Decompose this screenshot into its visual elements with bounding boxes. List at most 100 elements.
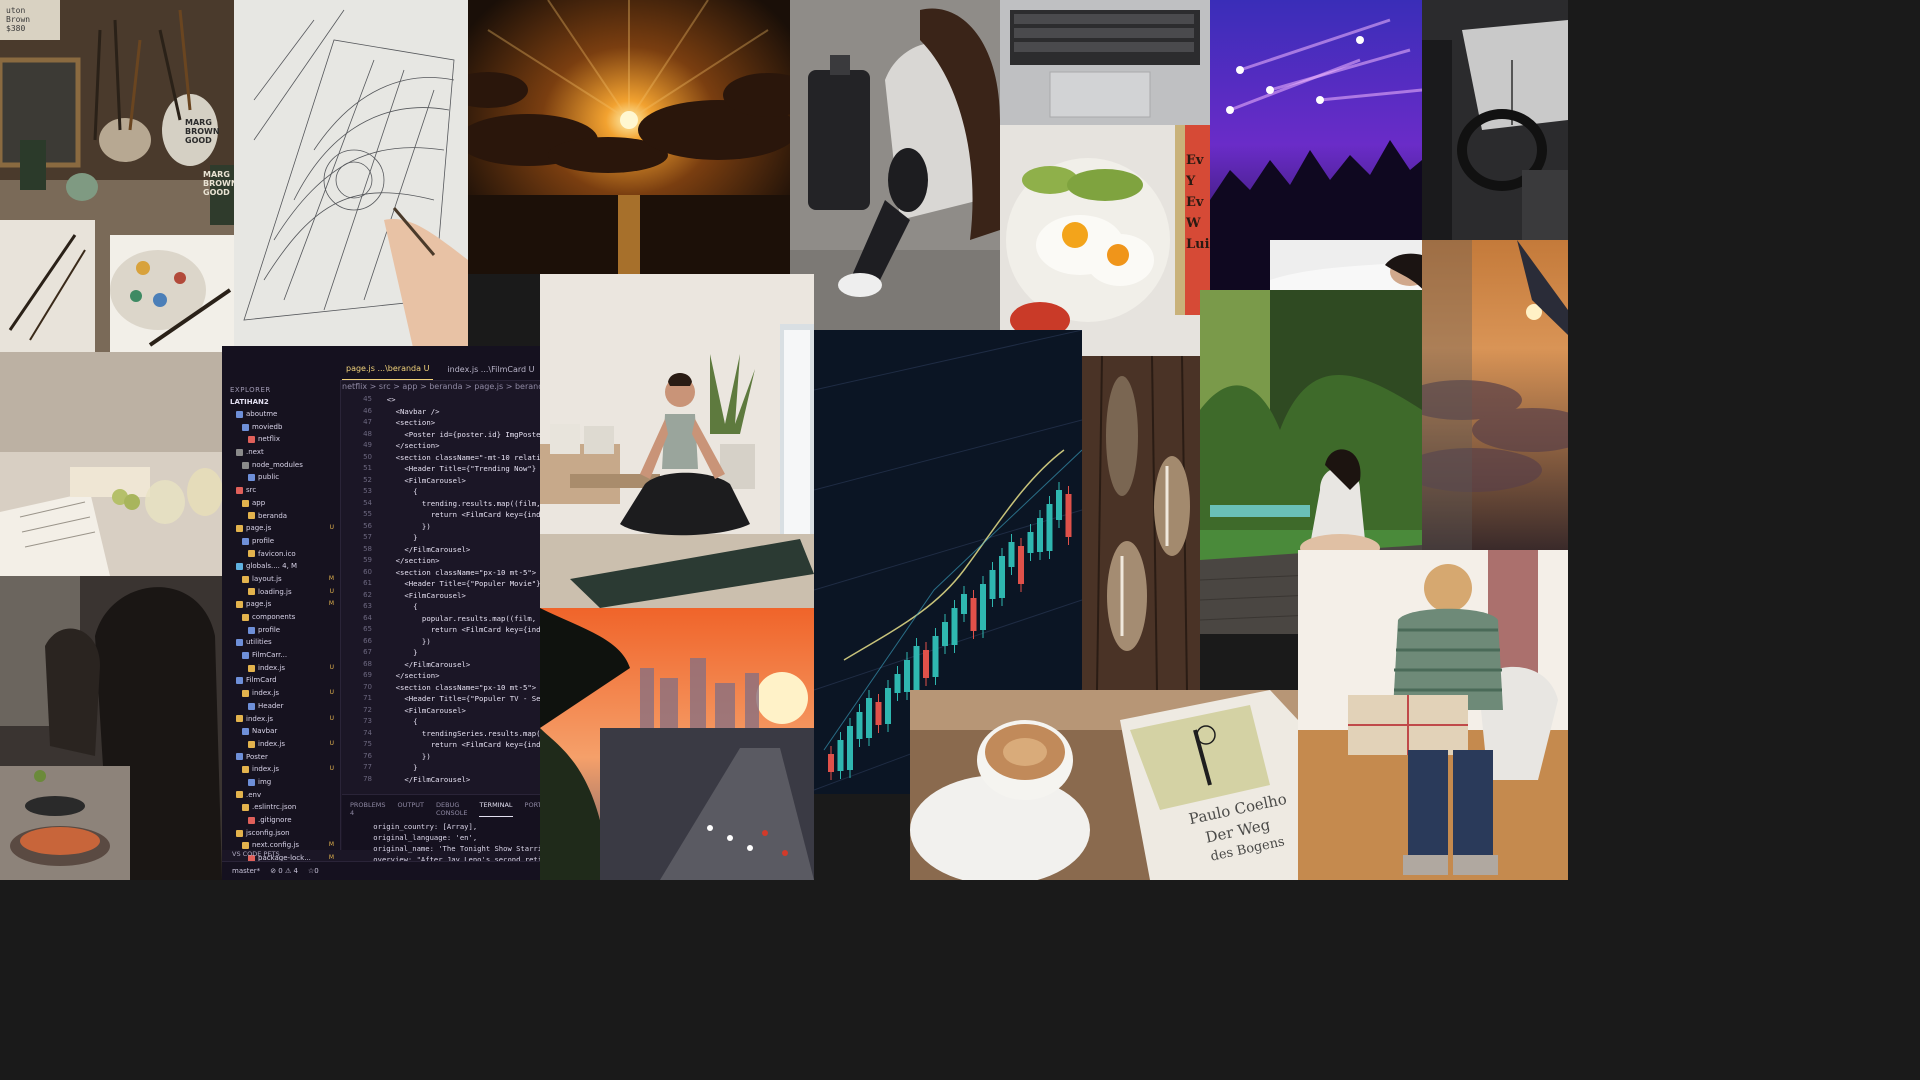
code-line[interactable]: </FilmCarousel> — [378, 544, 540, 556]
code-line[interactable]: } — [378, 532, 540, 544]
code-line[interactable]: { — [378, 716, 540, 728]
code-line[interactable]: </FilmCarousel> — [378, 659, 540, 671]
file-icon — [236, 829, 243, 837]
explorer-item[interactable]: FilmCarr... — [222, 649, 340, 662]
line-number: 54 — [363, 498, 372, 507]
explorer-item[interactable]: src — [222, 484, 340, 497]
explorer-item[interactable]: utilities — [222, 636, 340, 649]
code-line[interactable]: <Navbar /> — [378, 406, 540, 418]
code-line[interactable]: { — [378, 486, 540, 498]
code-line[interactable]: }) — [378, 751, 540, 763]
code-line[interactable]: </section> — [378, 670, 540, 682]
code-line[interactable]: <section className="-mt-10 relative z-50… — [378, 452, 540, 464]
code-line[interactable]: </FilmCarousel> — [378, 774, 540, 786]
file-icon — [236, 791, 243, 799]
explorer-item[interactable]: loading.js U — [222, 586, 340, 599]
code-line[interactable]: </section> — [378, 555, 540, 567]
explorer-item[interactable]: layout.js M — [222, 573, 340, 586]
code-line[interactable]: } — [378, 647, 540, 659]
panel-tab[interactable]: DEBUG CONSOLE — [436, 801, 468, 817]
code-line[interactable]: return <FilmCard key={index} Title= — [378, 624, 540, 636]
explorer-item[interactable]: .gitignore — [222, 814, 340, 827]
explorer-item-label: beranda — [258, 511, 288, 520]
explorer-item[interactable]: node_modules — [222, 459, 340, 472]
explorer-item-label: app — [252, 498, 266, 507]
explorer-item[interactable]: Header — [222, 700, 340, 713]
explorer-item[interactable]: app — [222, 497, 340, 510]
explorer-item[interactable]: moviedb — [222, 421, 340, 434]
explorer-item[interactable]: jsconfig.json — [222, 827, 340, 840]
sunset-clouds-photo — [468, 0, 790, 274]
panel-tab[interactable]: PORTS — [525, 801, 540, 817]
code-line[interactable]: <section className="px-10 mt-5"> — [378, 567, 540, 579]
code-line[interactable]: <Poster id={poster.id} ImgPoster={poster… — [378, 429, 540, 441]
code-line[interactable]: { — [378, 601, 540, 613]
code-line[interactable]: <> — [378, 394, 540, 406]
line-number: 46 — [363, 406, 372, 415]
code-line[interactable]: <FilmCarousel> — [378, 475, 540, 487]
explorer-item[interactable]: profile — [222, 624, 340, 637]
panel-tab[interactable]: OUTPUT — [397, 801, 424, 817]
explorer-item-label: components — [252, 613, 296, 621]
explorer-item[interactable]: netflix — [222, 433, 340, 446]
explorer-item[interactable]: Poster — [222, 751, 340, 764]
explorer-item-label: index.js — [252, 689, 279, 698]
branch-label[interactable]: master* — [232, 867, 260, 875]
code-line[interactable]: <section className="px-10 mt-5"> — [378, 682, 540, 694]
book-spine-text: Ev Y Ev W Luiz — [1186, 153, 1210, 252]
panel-tab[interactable]: TERMINAL — [479, 801, 513, 817]
explorer-item-label: netflix — [258, 435, 280, 444]
explorer-item[interactable]: index.js U — [222, 713, 340, 726]
problems-count[interactable]: ⊘ 0 ⚠ 4 — [270, 867, 298, 875]
explorer-item[interactable]: index.js U — [222, 738, 340, 751]
ports-count[interactable]: ☆0 — [308, 867, 319, 875]
explorer-item[interactable]: index.js U — [222, 763, 340, 776]
explorer-item[interactable]: beranda — [222, 510, 340, 523]
line-number: 69 — [363, 671, 372, 679]
code-line[interactable]: <Header Title={"Populer TV - Series"} /> — [378, 693, 540, 705]
code-line[interactable]: return <FilmCard key={index} Title= — [378, 739, 540, 751]
git-status-badge: M — [328, 600, 334, 608]
explorer-item[interactable]: .eslintrc.json — [222, 801, 340, 814]
code-line[interactable]: popular.results.map((film, index) => — [378, 613, 540, 625]
explorer-item[interactable]: .next — [222, 446, 340, 459]
jar-label: MARG BROWN GOOD — [185, 118, 220, 145]
explorer-item-label: loading.js — [258, 587, 292, 596]
explorer-item[interactable]: .env — [222, 789, 340, 802]
explorer-item[interactable]: profile — [222, 535, 340, 548]
code-line[interactable]: <Header Title={"Trending Now"} /> — [378, 463, 540, 475]
explorer-item[interactable]: FilmCard — [222, 674, 340, 687]
explorer-title: EXPLORER — [230, 386, 271, 394]
code-line[interactable]: <FilmCarousel> — [378, 590, 540, 602]
code-line[interactable]: trendingSeries.results.map((film, ind — [378, 728, 540, 740]
editor-tab[interactable]: index.js ...\FilmCard U — [443, 365, 538, 380]
explorer-item[interactable]: components — [222, 611, 340, 624]
code-line[interactable]: <Header Title={"Populer Movie"} /> — [378, 578, 540, 590]
explorer-item[interactable]: index.js U — [222, 687, 340, 700]
explorer-item[interactable]: Navbar — [222, 725, 340, 738]
cooking-kitchen-photo — [0, 576, 222, 880]
code-line[interactable]: }) — [378, 521, 540, 533]
explorer-item[interactable]: public — [222, 471, 340, 484]
code-line[interactable]: <FilmCarousel> — [378, 705, 540, 717]
code-line[interactable]: </section> — [378, 440, 540, 452]
code-line[interactable]: trending.results.map((film, index) => — [378, 498, 540, 510]
file-icon — [242, 689, 249, 697]
panel-tab[interactable]: PROBLEMS 4 — [350, 801, 385, 817]
explorer-item[interactable]: index.js U — [222, 662, 340, 675]
editor-tab[interactable]: page.js ...\beranda U — [342, 364, 434, 380]
file-icon — [236, 753, 243, 761]
explorer-item[interactable]: globals.... 4, M — [222, 560, 340, 573]
code-line[interactable]: <section> — [378, 417, 540, 429]
explorer-item[interactable]: favicon.ico — [222, 548, 340, 561]
code-line[interactable]: } — [378, 762, 540, 774]
explorer-item-label: .env — [246, 790, 262, 799]
explorer-item[interactable]: page.js M — [222, 598, 340, 611]
file-icon — [248, 588, 255, 596]
explorer-item[interactable]: aboutme — [222, 408, 340, 421]
code-line[interactable]: }) — [378, 636, 540, 648]
code-line[interactable]: return <FilmCard key={index} Title={ — [378, 509, 540, 521]
terminal-line: original_name: 'The Tonight Show Starrin… — [373, 844, 540, 853]
explorer-item[interactable]: img — [222, 776, 340, 789]
explorer-item[interactable]: page.js U — [222, 522, 340, 535]
